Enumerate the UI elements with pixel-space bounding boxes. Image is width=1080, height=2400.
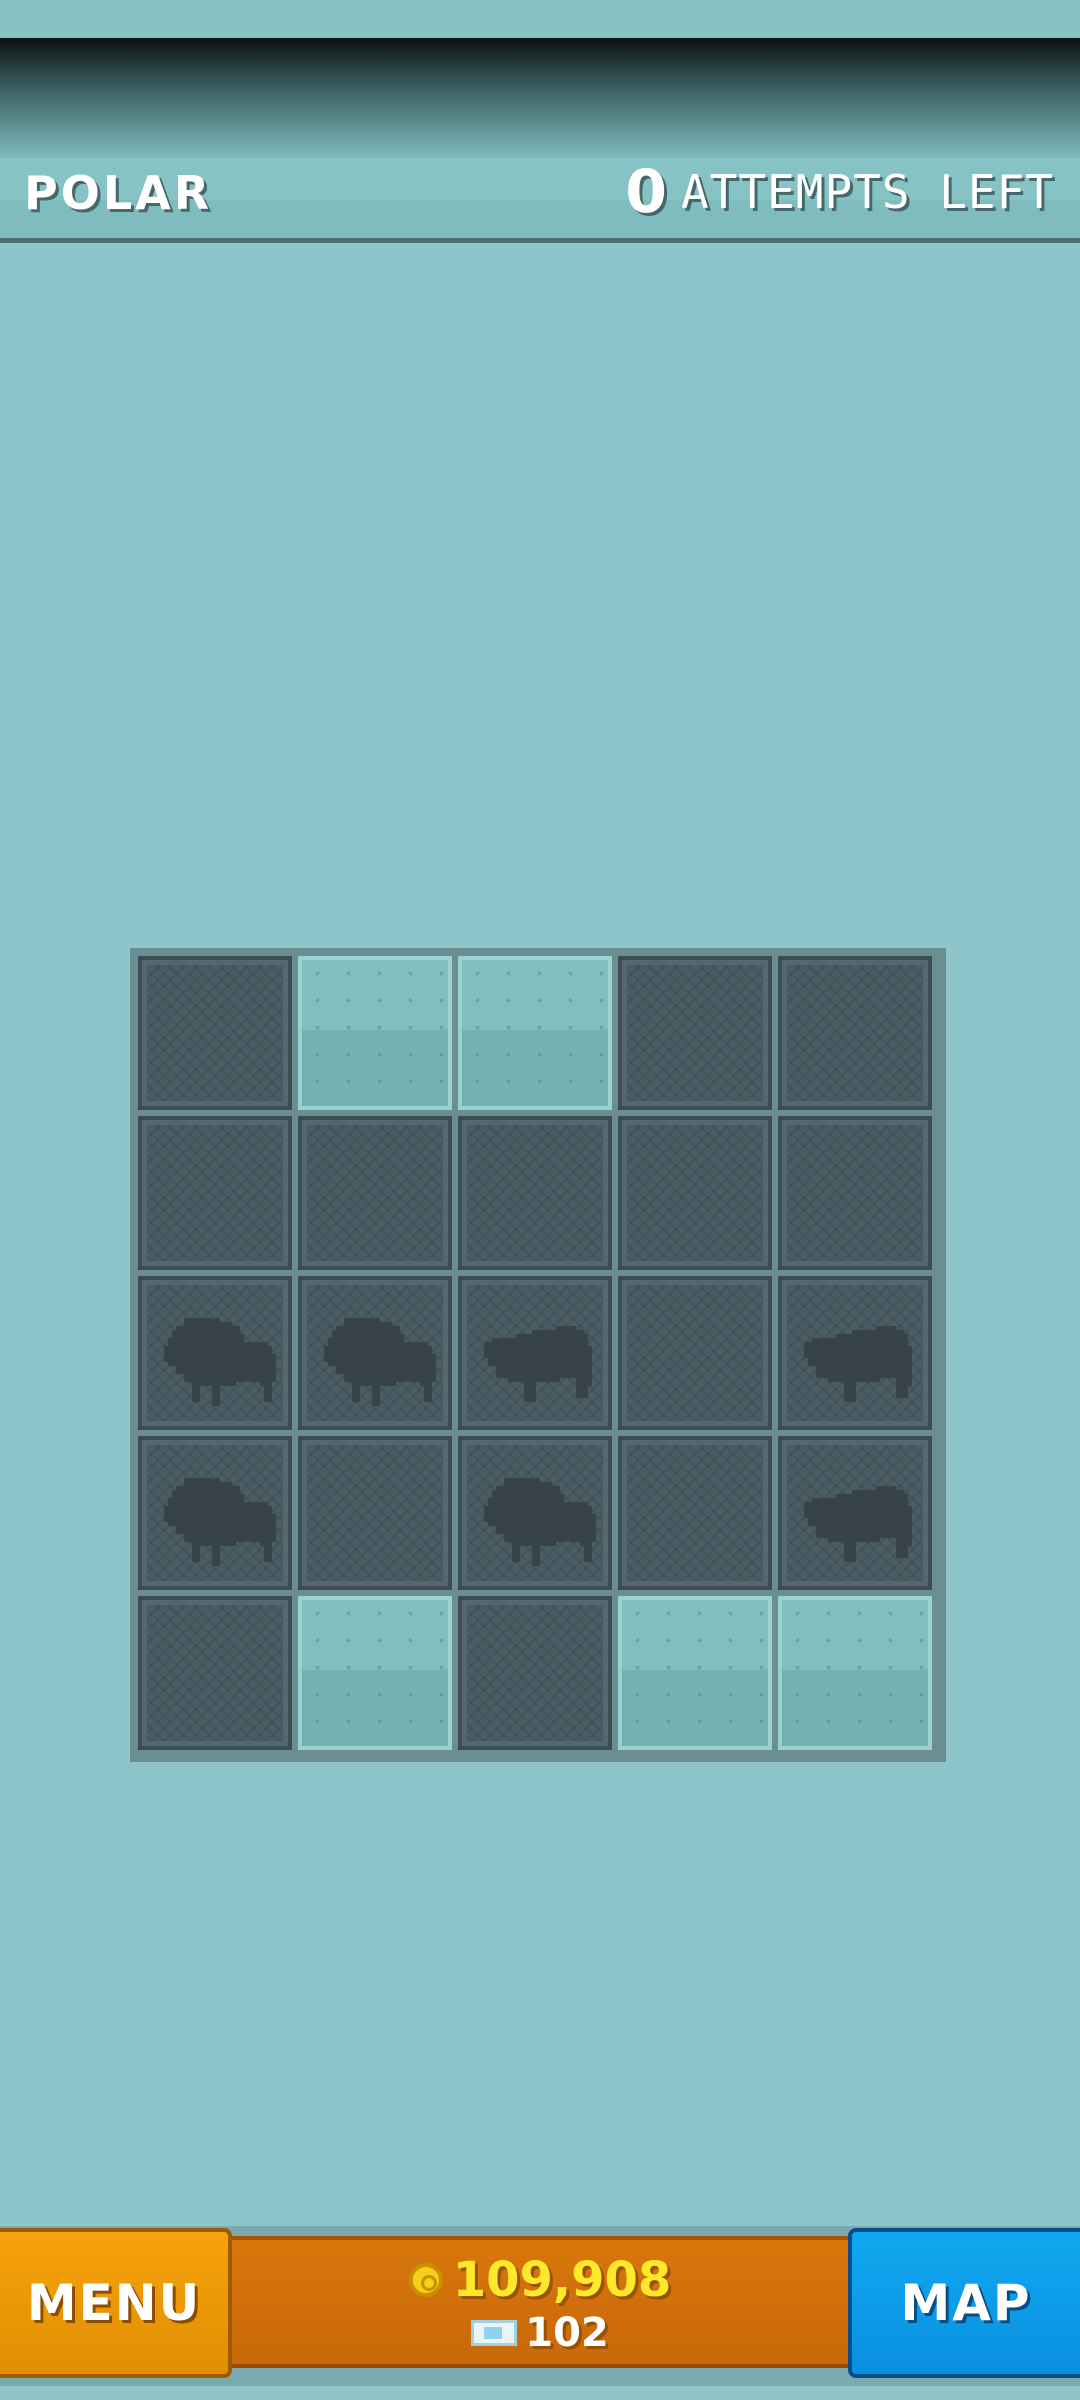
grid-tile-animal[interactable]	[778, 1276, 932, 1430]
ticket-icon	[471, 2320, 518, 2346]
grid-tile-covered[interactable]	[458, 1116, 612, 1270]
grid-tile-covered[interactable]	[778, 956, 932, 1110]
status-bar	[0, 0, 1080, 38]
grid-tile-animal[interactable]	[778, 1436, 932, 1590]
grid-tile-covered[interactable]	[778, 1116, 932, 1270]
buffalo-icon	[164, 1318, 276, 1406]
grid-tile-covered[interactable]	[138, 1596, 292, 1750]
top-shade	[0, 38, 1080, 158]
grid-tile-animal[interactable]	[138, 1436, 292, 1590]
grid-tile-revealed[interactable]	[298, 956, 452, 1110]
grid-tile-covered[interactable]	[138, 1116, 292, 1270]
attempts-label: ATTEMPTS LEFT	[680, 165, 1054, 219]
coin-count: 109,908	[452, 2252, 672, 2308]
grid-tile-covered[interactable]	[618, 956, 772, 1110]
buffalo-icon	[804, 1486, 912, 1562]
grid-tile-covered[interactable]	[618, 1116, 772, 1270]
buffalo-icon	[164, 1478, 276, 1566]
grid-tile-covered[interactable]	[618, 1436, 772, 1590]
buffalo-icon	[484, 1478, 596, 1566]
grid-tile-covered[interactable]	[618, 1276, 772, 1430]
grid-tile-revealed[interactable]	[618, 1596, 772, 1750]
grid-tile-revealed[interactable]	[458, 956, 612, 1110]
gem-count: 102	[525, 2310, 609, 2356]
buffalo-icon	[324, 1318, 436, 1406]
level-name: POLAR	[24, 166, 213, 220]
grid-tile-animal[interactable]	[458, 1276, 612, 1430]
buffalo-icon	[804, 1326, 912, 1402]
grid-tile-covered[interactable]	[298, 1436, 452, 1590]
currency-panel: 109,908 102	[232, 2236, 848, 2368]
coin-icon	[408, 2263, 443, 2297]
menu-button[interactable]: MENU	[0, 2228, 232, 2378]
grid-tile-covered[interactable]	[138, 956, 292, 1110]
dig-grid	[130, 948, 946, 1762]
map-button[interactable]: MAP	[848, 2228, 1080, 2378]
attempts-count: 0	[625, 157, 667, 227]
grid-tile-animal[interactable]	[138, 1276, 292, 1430]
grid-tile-animal[interactable]	[298, 1276, 452, 1430]
coin-balance: 109,908	[232, 2252, 848, 2308]
gem-balance: 102	[232, 2310, 848, 2356]
buffalo-icon	[484, 1326, 592, 1402]
grid-tile-animal[interactable]	[458, 1436, 612, 1590]
grid-tile-revealed[interactable]	[778, 1596, 932, 1750]
grid-tile-revealed[interactable]	[298, 1596, 452, 1750]
grid-tile-covered[interactable]	[298, 1116, 452, 1270]
grid-tile-covered[interactable]	[458, 1596, 612, 1750]
attempts-indicator: 0 ATTEMPTS LEFT	[625, 157, 1054, 227]
